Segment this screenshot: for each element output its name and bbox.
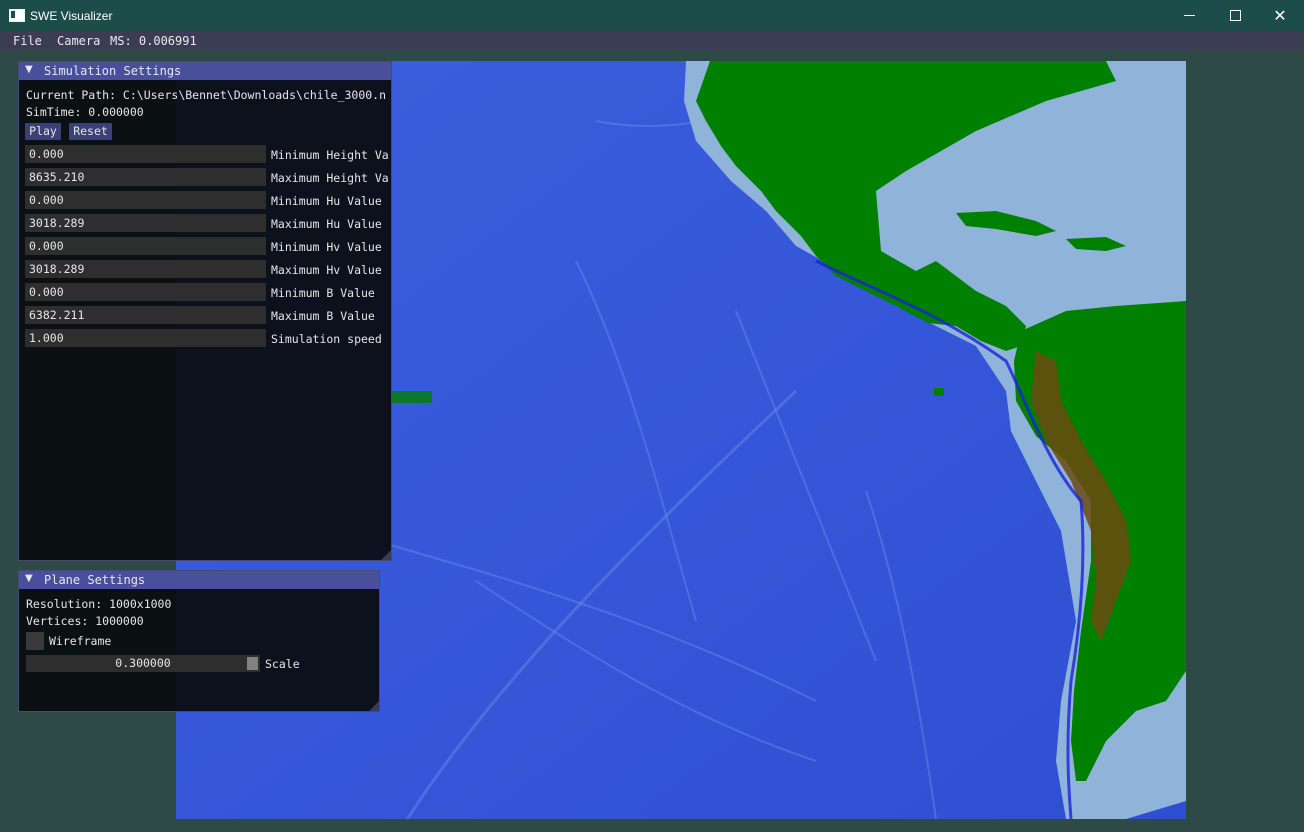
hawaii-islands [392, 391, 432, 403]
scale-value: 0.300000 [115, 656, 171, 670]
slider-grab-handle[interactable] [247, 657, 258, 670]
menu-file[interactable]: File [13, 34, 42, 48]
max-hv-label: Maximum Hv Value [271, 263, 382, 277]
resize-grip-icon[interactable] [369, 701, 379, 711]
sim-time: SimTime: 0.000000 [26, 105, 144, 119]
window-title: SWE Visualizer [30, 9, 113, 23]
simulation-settings-panel: ▼ Simulation Settings Current Path: C:\U… [18, 61, 392, 561]
simulation-settings-header[interactable]: ▼ Simulation Settings [19, 62, 391, 80]
reset-button[interactable]: Reset [69, 123, 112, 140]
plane-settings-header[interactable]: ▼ Plane Settings [19, 571, 379, 589]
maximize-button[interactable] [1212, 0, 1258, 31]
collapse-arrow-icon[interactable]: ▼ [25, 573, 33, 584]
wireframe-label: Wireframe [49, 634, 112, 648]
maximize-icon [1229, 10, 1241, 21]
resize-grip-icon[interactable] [381, 550, 391, 560]
scale-slider[interactable]: 0.300000 [26, 655, 260, 672]
scale-label: Scale [265, 657, 300, 671]
resolution-text: Resolution: 1000x1000 [26, 597, 172, 611]
max-hv-input[interactable]: 3018.289 [25, 260, 266, 278]
wireframe-checkbox[interactable] [26, 632, 44, 650]
min-hv-label: Minimum Hv Value [271, 240, 382, 254]
max-b-input[interactable]: 6382.211 [25, 306, 266, 324]
min-height-label: Minimum Height Va [271, 148, 389, 162]
simulation-speed-input[interactable]: 1.000 [25, 329, 266, 347]
max-b-label: Maximum B Value [271, 309, 375, 323]
min-hv-input[interactable]: 0.000 [25, 237, 266, 255]
max-hu-input[interactable]: 3018.289 [25, 214, 266, 232]
min-height-input[interactable]: 0.000 [25, 145, 266, 163]
title-bar: SWE Visualizer ✕ [0, 0, 1304, 31]
close-icon: ✕ [1273, 6, 1287, 25]
menu-bar: File Camera MS: 0.006991 [0, 32, 1304, 50]
max-hu-label: Maximum Hu Value [271, 217, 382, 231]
simulation-speed-label: Simulation speed [271, 332, 382, 346]
minimize-button[interactable] [1166, 0, 1212, 31]
play-button[interactable]: Play [25, 123, 61, 140]
max-height-input[interactable]: 8635.210 [25, 168, 266, 186]
close-button[interactable]: ✕ [1257, 0, 1303, 31]
minimize-icon [1183, 15, 1195, 16]
min-b-label: Minimum B Value [271, 286, 375, 300]
max-height-label: Maximum Height Va [271, 171, 389, 185]
menu-camera[interactable]: Camera [57, 34, 100, 48]
collapse-arrow-icon[interactable]: ▼ [25, 64, 33, 75]
frame-time-readout: MS: 0.006991 [110, 34, 197, 48]
min-hu-input[interactable]: 0.000 [25, 191, 266, 209]
galapagos-islands [934, 388, 944, 396]
min-b-input[interactable]: 0.000 [25, 283, 266, 301]
min-hu-label: Minimum Hu Value [271, 194, 382, 208]
current-path: Current Path: C:\Users\Bennet\Downloads\… [26, 88, 387, 102]
simulation-settings-title: Simulation Settings [44, 64, 182, 78]
app-icon [9, 9, 25, 22]
plane-settings-panel: ▼ Plane Settings Resolution: 1000x1000 V… [18, 570, 380, 712]
vertices-text: Vertices: 1000000 [26, 614, 144, 628]
plane-settings-title: Plane Settings [44, 573, 146, 587]
